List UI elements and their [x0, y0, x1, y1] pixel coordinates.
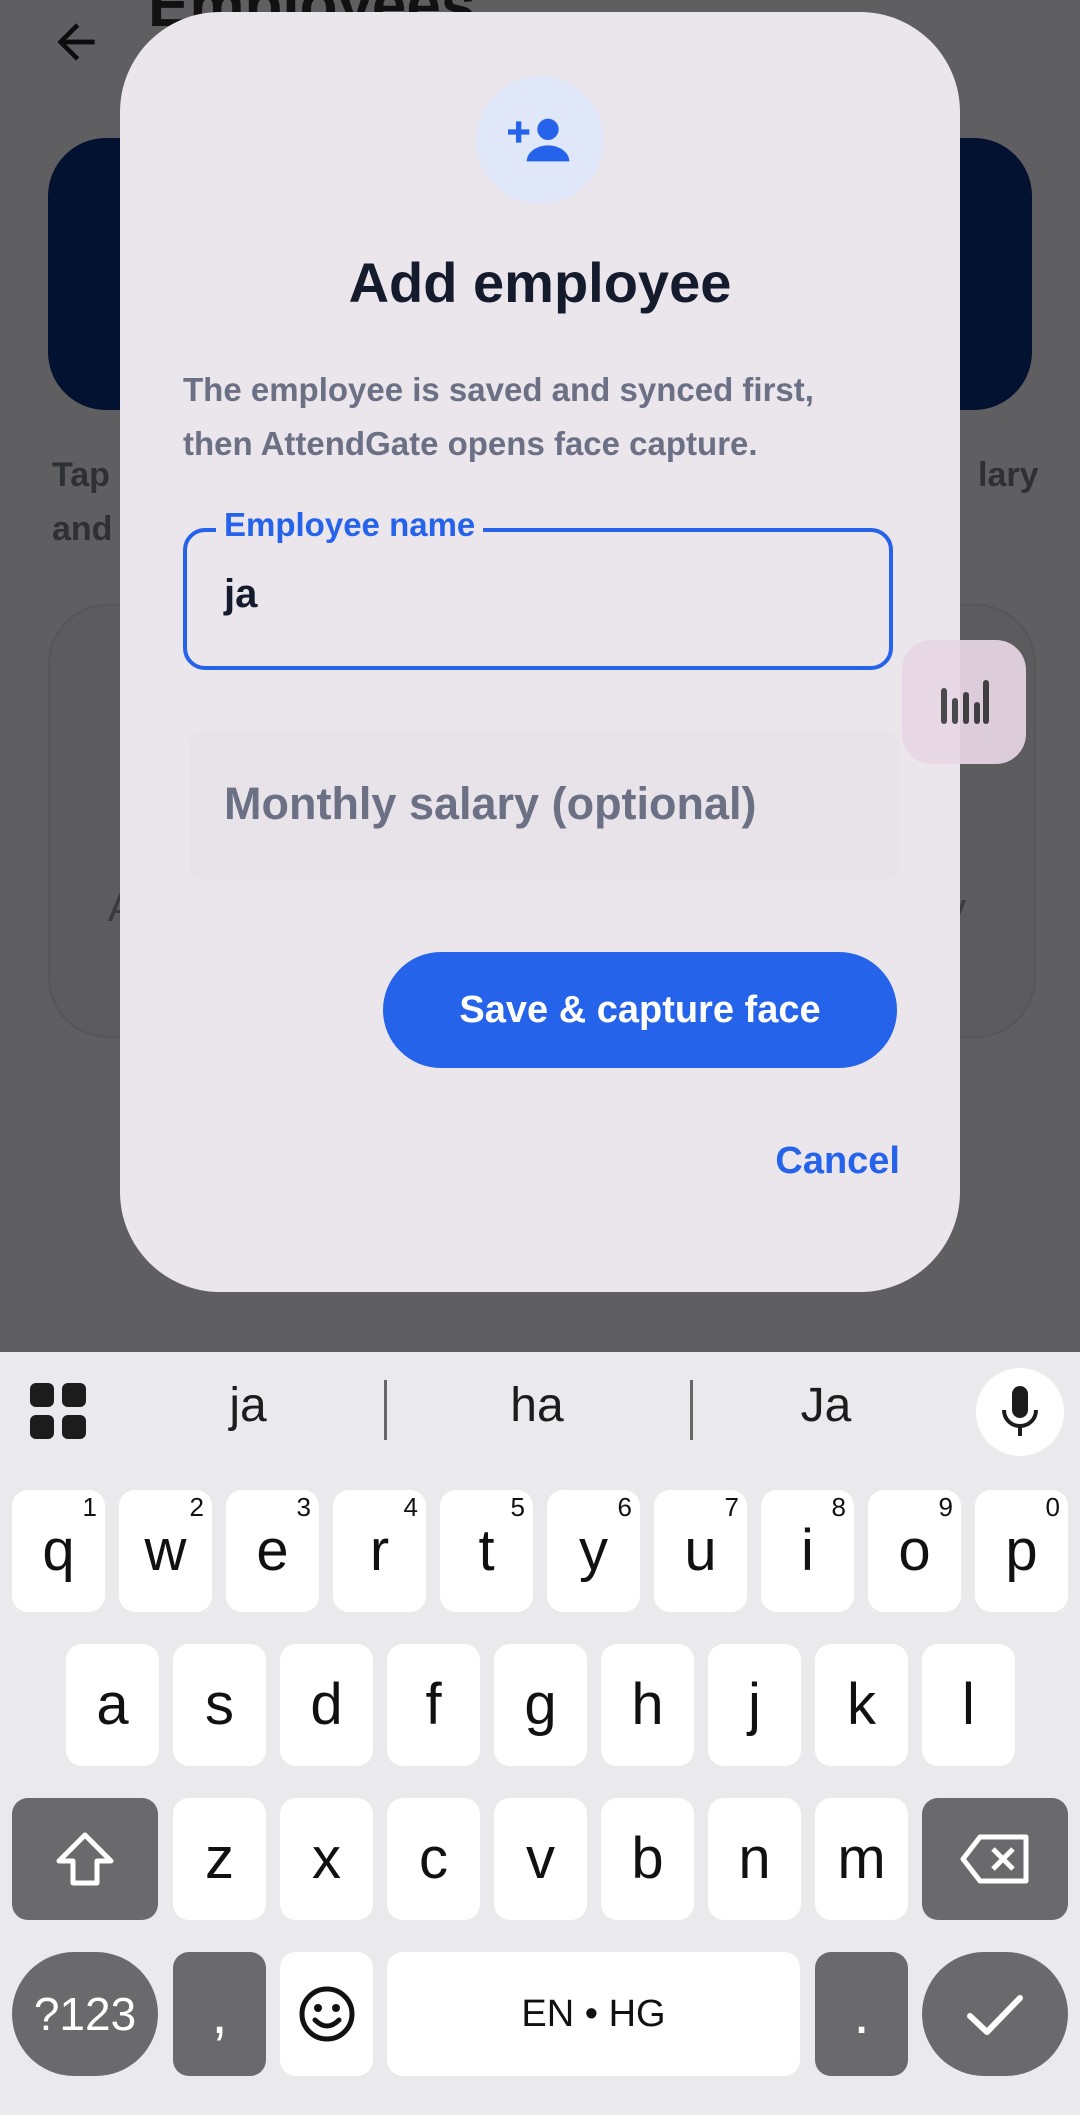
key-d[interactable]: d: [280, 1644, 373, 1766]
emoji-icon: [299, 1986, 354, 2042]
key-a[interactable]: a: [66, 1644, 159, 1766]
key-r[interactable]: r4: [333, 1490, 426, 1612]
monthly-salary-placeholder: Monthly salary (optional): [224, 778, 757, 829]
comma-key[interactable]: ,: [173, 1952, 266, 2076]
apps-grid-icon[interactable]: [30, 1383, 86, 1439]
hint-text: Tap: [52, 456, 110, 494]
space-key[interactable]: EN • HG: [387, 1952, 800, 2076]
person-add-icon: [476, 76, 604, 204]
shift-key[interactable]: [12, 1798, 158, 1920]
employee-name-input[interactable]: [183, 528, 893, 670]
key-o[interactable]: o9: [868, 1490, 961, 1612]
key-h[interactable]: h: [601, 1644, 694, 1766]
key-l[interactable]: l: [922, 1644, 1015, 1766]
cancel-button[interactable]: Cancel: [700, 1140, 900, 1200]
dialog-description: The employee is saved and synced first, …: [183, 363, 883, 471]
suggestion-item[interactable]: Ja: [726, 1378, 926, 1433]
key-x[interactable]: x: [280, 1798, 373, 1920]
audio-bars-icon: [941, 680, 989, 724]
key-k[interactable]: k: [815, 1644, 908, 1766]
key-f[interactable]: f: [387, 1644, 480, 1766]
key-c[interactable]: c: [387, 1798, 480, 1920]
backspace-icon: [960, 1834, 1029, 1884]
emoji-key[interactable]: [280, 1952, 373, 2076]
key-w[interactable]: w2: [119, 1490, 212, 1612]
back-arrow-icon: [48, 14, 104, 70]
key-z[interactable]: z: [173, 1798, 266, 1920]
key-q[interactable]: q1: [12, 1490, 105, 1612]
key-t[interactable]: t5: [440, 1490, 533, 1612]
key-i[interactable]: i8: [761, 1490, 854, 1612]
key-g[interactable]: g: [494, 1644, 587, 1766]
floating-audio-button[interactable]: [902, 640, 1026, 764]
key-n[interactable]: n: [708, 1798, 801, 1920]
microphone-icon[interactable]: [976, 1368, 1064, 1456]
suggestion-divider: [690, 1380, 693, 1440]
period-key[interactable]: .: [815, 1952, 908, 2076]
suggestion-divider: [384, 1380, 387, 1440]
backspace-key[interactable]: [922, 1798, 1068, 1920]
hint-text: and: [52, 510, 113, 548]
hint-text: lary: [978, 456, 1039, 494]
checkmark-icon: [967, 1995, 1023, 2035]
key-y[interactable]: y6: [547, 1490, 640, 1612]
key-j[interactable]: j: [708, 1644, 801, 1766]
suggestion-item[interactable]: ha: [437, 1378, 637, 1433]
key-e[interactable]: e3: [226, 1490, 319, 1612]
key-m[interactable]: m: [815, 1798, 908, 1920]
employee-name-label: Employee name: [216, 506, 484, 544]
description-line: then AttendGate opens face capture.: [183, 425, 758, 462]
key-b[interactable]: b: [601, 1798, 694, 1920]
shift-arrow-icon: [56, 1832, 114, 1886]
key-p[interactable]: p0: [975, 1490, 1068, 1612]
description-line: The employee is saved and synced first,: [183, 371, 814, 408]
key-v[interactable]: v: [494, 1798, 587, 1920]
dialog-title: Add employee: [348, 251, 732, 314]
suggestion-item[interactable]: ja: [148, 1378, 348, 1433]
enter-key[interactable]: [922, 1952, 1068, 2076]
key-s[interactable]: s: [173, 1644, 266, 1766]
key-u[interactable]: u7: [654, 1490, 747, 1612]
save-capture-face-button[interactable]: Save & capture face: [383, 952, 897, 1068]
employee-name-value[interactable]: ja: [224, 572, 257, 617]
symbols-key[interactable]: ?123: [12, 1952, 158, 2076]
